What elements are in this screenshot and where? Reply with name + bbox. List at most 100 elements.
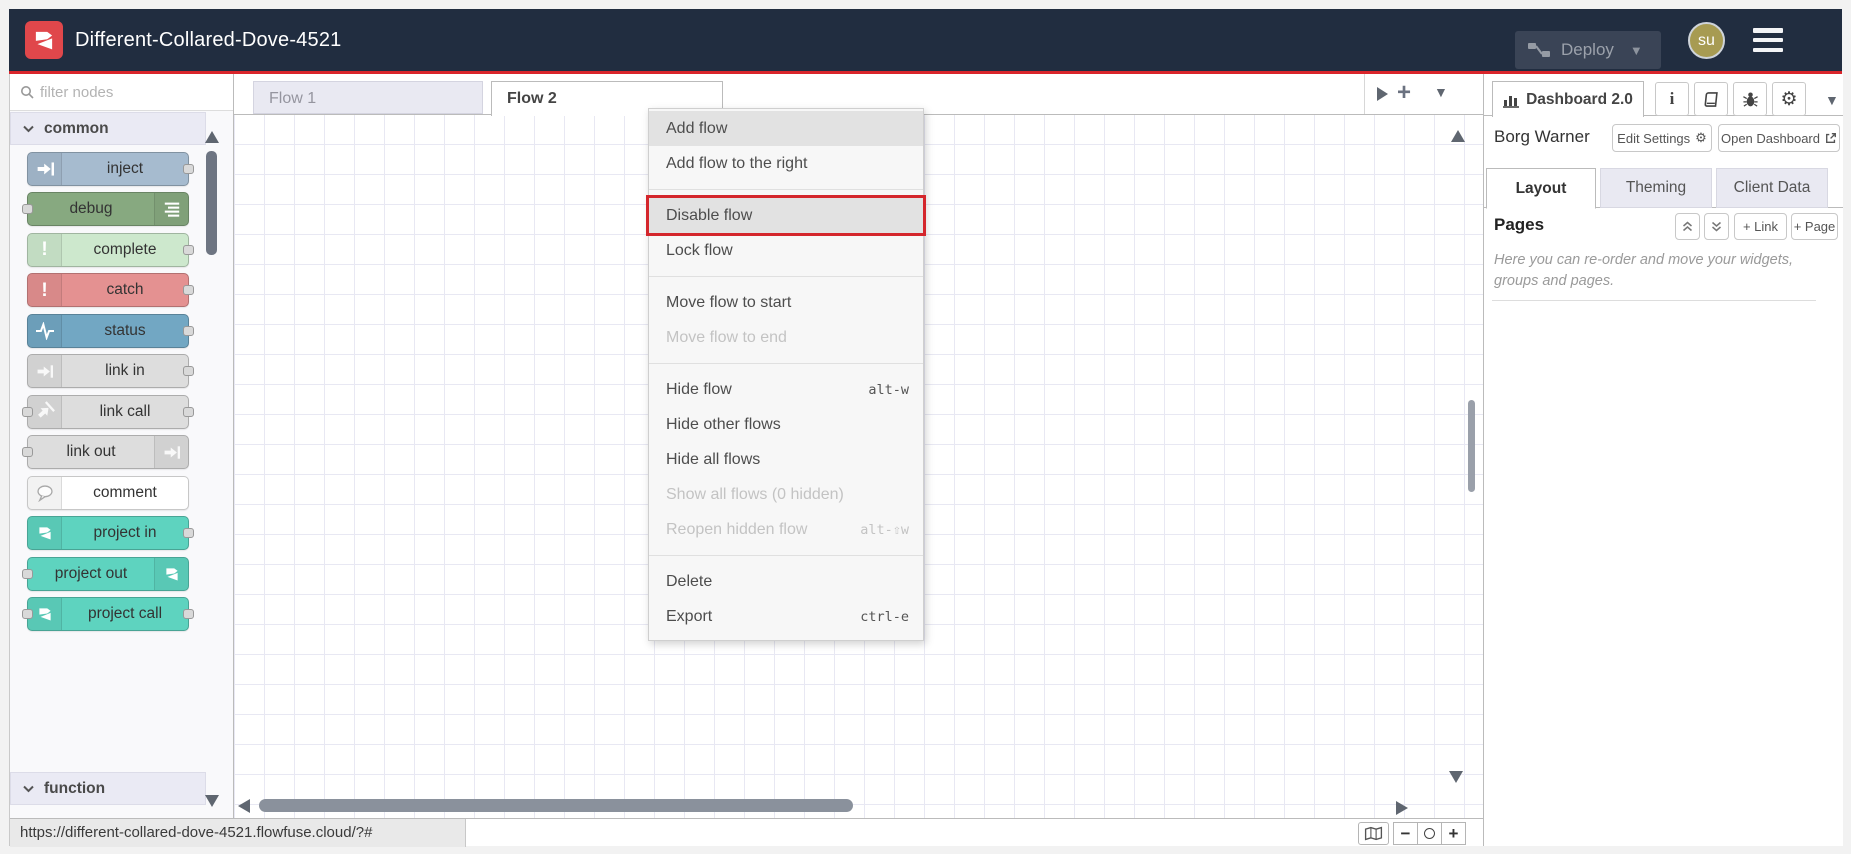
inject-arrow-icon: [28, 152, 62, 185]
tab-client-data[interactable]: Client Data: [1716, 168, 1828, 208]
palette-node-project-in[interactable]: project in: [27, 516, 194, 550]
node-red-logo: [25, 21, 63, 59]
menu-divider: [649, 363, 923, 364]
main-menu-button[interactable]: [1753, 28, 1783, 52]
node-output-port[interactable]: [183, 366, 194, 376]
navigator-toggle-button[interactable]: [1358, 822, 1389, 845]
pages-header-row: Pages + Link + Page: [1484, 209, 1843, 247]
canvas-horizontal-scrollbar-thumb[interactable]: [259, 799, 853, 812]
config-sidebar-button[interactable]: ⚙: [1772, 82, 1806, 116]
menu-item-hide-all-flows[interactable]: Hide all flows: [649, 442, 923, 477]
tab-layout[interactable]: Layout: [1486, 168, 1596, 209]
palette-node-catch[interactable]: ! catch: [27, 273, 194, 307]
add-link-button[interactable]: + Link: [1734, 213, 1787, 240]
palette-category-common[interactable]: common: [10, 112, 206, 145]
menu-item-lock-flow[interactable]: Lock flow: [649, 233, 923, 268]
menu-item-export[interactable]: Export ctrl-e: [649, 599, 923, 634]
menu-item-disable-flow[interactable]: Disable flow: [646, 195, 926, 236]
canvas-scroll-down-arrow[interactable]: [1449, 771, 1463, 783]
node-output-port[interactable]: [183, 285, 194, 295]
gear-icon: ⚙: [1695, 130, 1707, 145]
scroll-tabs-right-icon[interactable]: [1377, 87, 1388, 101]
sidebar-divider: [1492, 300, 1816, 301]
node-output-port[interactable]: [183, 406, 194, 417]
palette-scroll-up-arrow[interactable]: [205, 131, 219, 143]
node-input-port[interactable]: [22, 609, 33, 619]
palette-node-project-out[interactable]: project out: [22, 556, 189, 591]
palette-node-complete[interactable]: ! complete: [27, 232, 194, 267]
palette-node-link-call[interactable]: link call: [22, 394, 194, 429]
node-input-port[interactable]: [22, 406, 33, 417]
link-arrow-icon: [28, 355, 62, 387]
zoom-in-button[interactable]: +: [1441, 822, 1466, 845]
tab-dashboard-2[interactable]: Dashboard 2.0: [1492, 81, 1644, 117]
node-output-port[interactable]: [183, 325, 194, 336]
palette-node-inject[interactable]: inject: [27, 151, 194, 186]
zoom-out-button[interactable]: −: [1393, 822, 1418, 845]
menu-item-hide-other-flows[interactable]: Hide other flows: [649, 407, 923, 442]
edit-settings-button[interactable]: Edit Settings ⚙: [1612, 124, 1712, 152]
menu-item-delete[interactable]: Delete: [649, 564, 923, 599]
palette-filter[interactable]: [10, 74, 233, 111]
menu-item-move-flow-to-start[interactable]: Move flow to start: [649, 285, 923, 320]
palette-category-function[interactable]: function: [10, 772, 206, 805]
menu-item-reopen-hidden-flow: Reopen hidden flow alt-⇧w: [649, 512, 923, 547]
canvas-vertical-scrollbar-thumb[interactable]: [1468, 400, 1475, 492]
flow-canvas[interactable]: Flow 1 Flow 2 + ▼ Add flow Add flow to th…: [234, 74, 1483, 818]
menu-item-hide-flow[interactable]: Hide flow alt-w: [649, 372, 923, 407]
node-output-port[interactable]: [183, 244, 194, 255]
expand-all-button[interactable]: [1704, 213, 1729, 240]
menu-item-label: Hide other flows: [666, 415, 781, 433]
menu-item-label: Delete: [666, 572, 713, 590]
palette-node-status[interactable]: status: [27, 313, 194, 348]
palette-node-debug[interactable]: debug: [22, 192, 189, 226]
chevron-down-icon[interactable]: ▼: [1630, 43, 1643, 58]
deploy-button[interactable]: Deploy ▼: [1515, 31, 1661, 69]
node-input-port[interactable]: [22, 447, 33, 457]
node-output-port[interactable]: [183, 609, 194, 619]
node-output-port[interactable]: [183, 163, 194, 174]
add-flow-button[interactable]: +: [1397, 79, 1411, 107]
menu-item-label: Reopen hidden flow: [666, 520, 808, 538]
palette-node-comment[interactable]: comment: [27, 475, 189, 510]
palette-scroll-down-arrow[interactable]: [205, 795, 219, 807]
palette-node-label: project call: [87, 605, 163, 622]
help-sidebar-button[interactable]: [1694, 82, 1728, 116]
add-page-button[interactable]: + Page: [1791, 213, 1838, 240]
palette-node-link-out[interactable]: link out: [22, 435, 189, 469]
menu-item-add-flow-to-the-right[interactable]: Add flow to the right: [649, 146, 923, 181]
palette-node-project-call[interactable]: project call: [22, 597, 194, 631]
external-link-icon: [1826, 133, 1836, 143]
flow-list-chevron-icon[interactable]: ▼: [1434, 84, 1448, 100]
user-avatar[interactable]: su: [1688, 22, 1725, 59]
tab-flow-1[interactable]: Flow 1: [253, 81, 483, 114]
exclamation-icon: !: [28, 233, 62, 266]
zoom-reset-button[interactable]: [1417, 822, 1442, 845]
menu-divider: [649, 555, 923, 556]
open-dashboard-button[interactable]: Open Dashboard: [1718, 124, 1840, 152]
menu-item-add-flow[interactable]: Add flow: [649, 111, 923, 146]
tabbar-separator: [1364, 74, 1365, 114]
node-input-port[interactable]: [22, 568, 33, 579]
node-input-port[interactable]: [22, 204, 33, 214]
palette-scrollbar-thumb[interactable]: [206, 151, 217, 255]
menu-item-label: Add flow to the right: [666, 154, 808, 172]
sidebar-menu-chevron-icon[interactable]: ▼: [1825, 92, 1839, 108]
collapse-all-button[interactable]: [1675, 213, 1700, 240]
deploy-icon: [1528, 43, 1550, 57]
node-output-port[interactable]: [183, 528, 194, 538]
canvas-scroll-right-arrow[interactable]: [1396, 801, 1408, 815]
menu-item-label: Show all flows (0 hidden): [666, 485, 844, 503]
info-sidebar-button[interactable]: i: [1655, 82, 1689, 116]
palette-node-link-in[interactable]: link in: [27, 354, 194, 388]
menu-divider: [649, 189, 923, 190]
tab-theming[interactable]: Theming: [1600, 168, 1712, 208]
canvas-scroll-up-arrow[interactable]: [1451, 130, 1465, 142]
menu-item-shortcut: alt-⇧w: [860, 521, 909, 538]
filter-nodes-input[interactable]: [40, 83, 200, 101]
node-red-logo-icon: [154, 557, 188, 590]
canvas-scroll-left-arrow[interactable]: [238, 799, 250, 813]
menu-item-label: Move flow to start: [666, 293, 792, 311]
bar-chart-icon: [1503, 96, 1520, 108]
debug-sidebar-button[interactable]: [1733, 82, 1767, 116]
